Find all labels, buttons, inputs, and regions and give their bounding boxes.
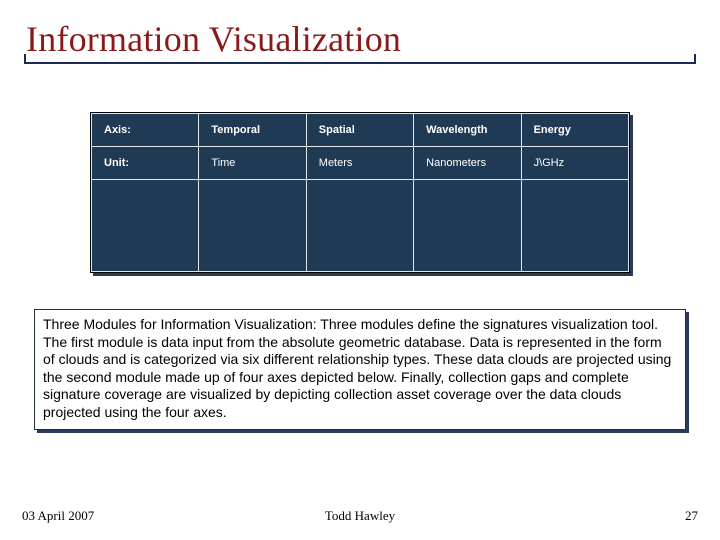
cell-unit-jghz: J\GHz [521,147,628,180]
page-title: Information Visualization [24,18,696,60]
slide: Information Visualization Axis: Temporal… [0,0,720,540]
description-lead: Three Modules for Information Visualizat… [43,316,317,332]
footer-page: 27 [685,508,698,524]
axes-table: Axis: Temporal Spatial Wavelength Energy… [91,113,629,272]
cell-axis-temporal: Temporal [199,114,306,147]
table-row-empty [92,180,629,272]
title-rule: Information Visualization [24,18,696,64]
footer: 03 April 2007 Todd Hawley 27 [22,508,698,524]
title-rule-tick-left [24,54,26,64]
axes-table-container: Axis: Temporal Spatial Wavelength Energy… [90,112,630,273]
description-box: Three Modules for Information Visualizat… [34,309,686,430]
cell-axis-energy: Energy [521,114,628,147]
cell-unit-nanometers: Nanometers [414,147,521,180]
row-label: Axis: [92,114,199,147]
row-label: Unit: [92,147,199,180]
cell-axis-spatial: Spatial [306,114,413,147]
table-row: Unit: Time Meters Nanometers J\GHz [92,147,629,180]
title-rule-tick-right [694,54,696,64]
table-row: Axis: Temporal Spatial Wavelength Energy [92,114,629,147]
footer-author: Todd Hawley [325,508,395,524]
footer-date: 03 April 2007 [22,508,94,524]
cell-unit-meters: Meters [306,147,413,180]
cell-axis-wavelength: Wavelength [414,114,521,147]
cell-unit-time: Time [199,147,306,180]
